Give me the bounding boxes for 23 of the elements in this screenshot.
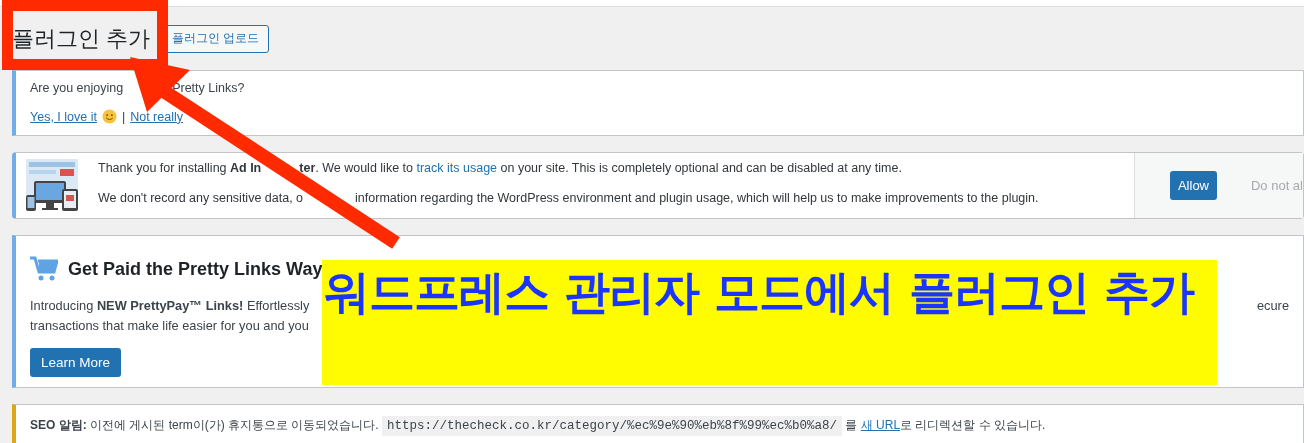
allow-button[interactable]: Allow — [1170, 171, 1217, 200]
yes-link[interactable]: Yes, I love it — [30, 109, 97, 124]
question-text: Pretty Links? — [172, 80, 245, 95]
new-url-link[interactable]: 새 URL — [860, 418, 901, 432]
not-really-link[interactable]: Not really — [130, 109, 183, 124]
promo-text: Introducing NEW PrettyPay™ Links! Effortlessly — [30, 297, 310, 315]
notice-text: Thank you for installing Ad In — [98, 161, 262, 177]
smiley-icon — [101, 109, 117, 124]
notice-text: information regarding the WordPress environment and plugin usage, which will help us to make improvements to the plugin. — [355, 191, 1039, 207]
question-text: Are you enjoying — [30, 80, 124, 95]
promo-text: transactions that make life easier for you and you — [30, 317, 310, 335]
promo-text: ecure — [1257, 297, 1289, 315]
page-title: 플러그인 추가 — [12, 27, 151, 50]
devices-icon — [26, 159, 78, 212]
promo-title: Get Paid the Pretty Links Way — [68, 258, 323, 280]
url-code: https://thecheck.co.kr/category/%ec%9e%90%eb%8f%99%ec%b0%a8/ — [382, 416, 843, 436]
caption-banner: 워드프레스 관리자 모드에서 플러그인 추가 — [322, 260, 1217, 385]
notice-text: We don't record any sensitive data, o — [98, 191, 304, 207]
separator-text: | — [121, 109, 126, 124]
learn-more-button[interactable]: Learn More — [30, 348, 122, 377]
notice-text: ter. We would like to track its usage on your site. This is completely optional and can be disabled at any time. — [299, 161, 902, 177]
tracking-link[interactable]: track its usage — [416, 161, 498, 175]
cart-icon — [30, 256, 58, 282]
